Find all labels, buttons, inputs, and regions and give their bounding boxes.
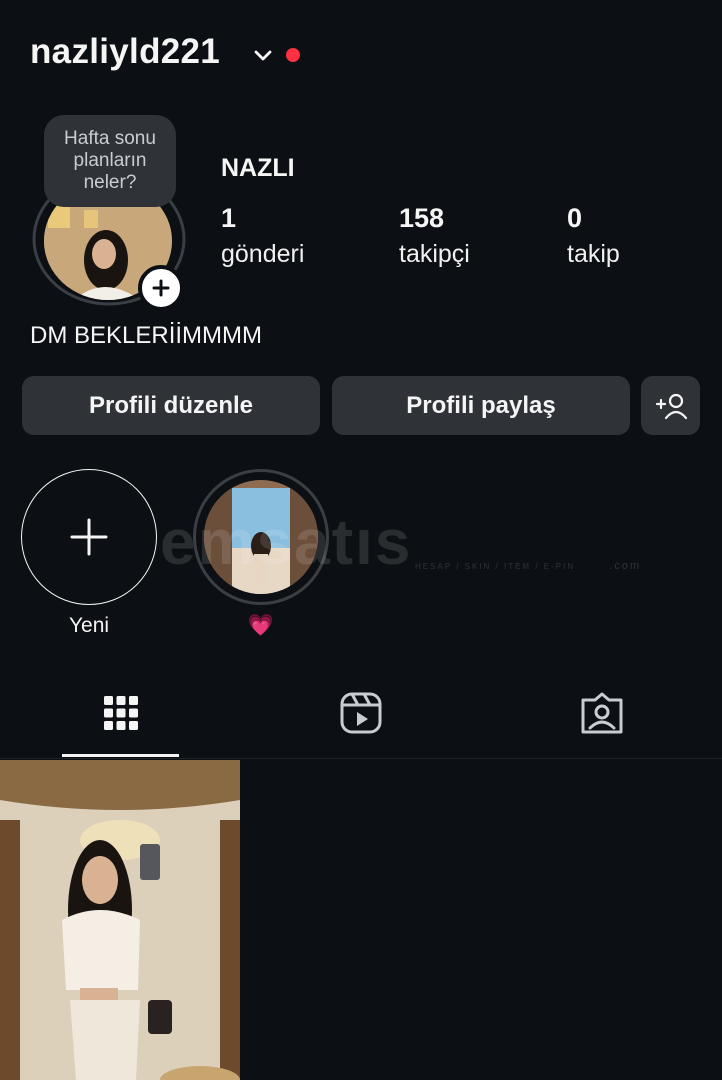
tagged-icon[interactable] (579, 690, 625, 736)
edit-profile-label: Profili düzenle (88, 391, 253, 419)
add-person-icon (655, 393, 687, 419)
new-highlight-label: Yeni (68, 614, 110, 637)
stat-followers-value: 158 (399, 203, 445, 233)
active-tab-indicator (62, 754, 179, 757)
note-text: Hafta sonu planların neler? (64, 128, 156, 193)
stat-following-label: takip (567, 240, 620, 268)
tabs-divider (0, 758, 722, 759)
plus-icon (70, 518, 108, 556)
stat-posts-value: 1 (221, 203, 237, 233)
stat-posts-label: gönderi (221, 240, 305, 268)
share-profile-label: Profili paylaş (406, 391, 556, 419)
watermark-subtext: HESAP / SKIN / ITEM / E-PIN .com (415, 560, 641, 572)
bio: DM BEKLERİİMMMM (30, 322, 263, 349)
notification-dot (286, 48, 300, 62)
add-story-button[interactable] (138, 265, 184, 311)
stat-followers[interactable]: 158 takipçi (399, 203, 470, 269)
stat-posts[interactable]: 1 gönderi (221, 203, 304, 269)
share-profile-button[interactable]: Profili paylaş (332, 376, 630, 435)
watermark-logo: emsatıs (160, 506, 413, 578)
edit-profile-button[interactable]: Profili düzenle (22, 376, 320, 435)
watermark-suffix: .com (609, 560, 642, 572)
post-thumbnail[interactable] (0, 760, 240, 1080)
discover-people-button[interactable] (641, 376, 700, 435)
stat-following-value: 0 (567, 203, 583, 233)
note-bubble[interactable]: Hafta sonu planların neler? (44, 115, 176, 207)
plus-icon (152, 279, 170, 297)
stat-followers-label: takipçi (399, 240, 470, 268)
display-name: NAZLI (221, 154, 295, 182)
stat-following[interactable]: 0 takip (567, 203, 620, 269)
chevron-down-icon[interactable] (252, 44, 274, 66)
watermark-sub: HESAP / SKIN / ITEM / E-PIN (415, 562, 576, 571)
new-highlight-button[interactable] (21, 469, 157, 605)
reels-icon[interactable] (338, 690, 384, 736)
highlight-label: 💗 (247, 614, 275, 637)
grid-icon[interactable] (98, 690, 144, 736)
username[interactable]: nazliyld221 (30, 32, 220, 72)
